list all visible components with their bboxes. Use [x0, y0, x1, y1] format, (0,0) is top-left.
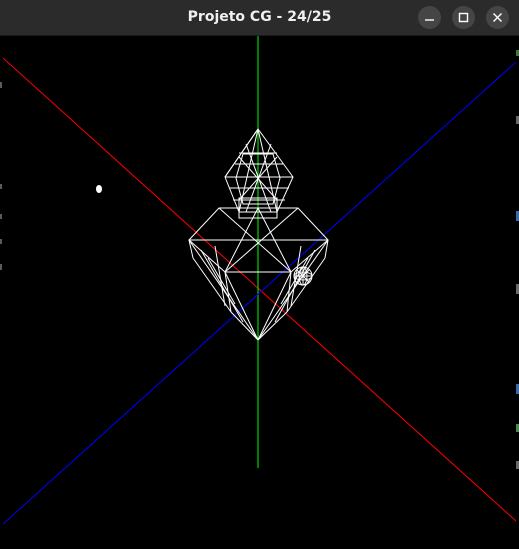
close-icon — [493, 13, 502, 22]
opengl-viewport[interactable] — [3, 36, 516, 549]
title-bar[interactable]: Projeto CG - 24/25 — [0, 0, 519, 36]
maximize-button[interactable] — [452, 6, 475, 29]
particle-point — [96, 185, 102, 193]
close-button[interactable] — [486, 6, 509, 29]
maximize-icon — [458, 12, 469, 23]
app-window: Projeto CG - 24/25 — [0, 0, 519, 549]
scene-canvas[interactable] — [3, 36, 516, 549]
minimize-icon — [425, 19, 434, 21]
x-axis-line — [3, 57, 516, 522]
minimize-button[interactable] — [418, 6, 441, 29]
window-title: Projeto CG - 24/25 — [187, 9, 332, 25]
